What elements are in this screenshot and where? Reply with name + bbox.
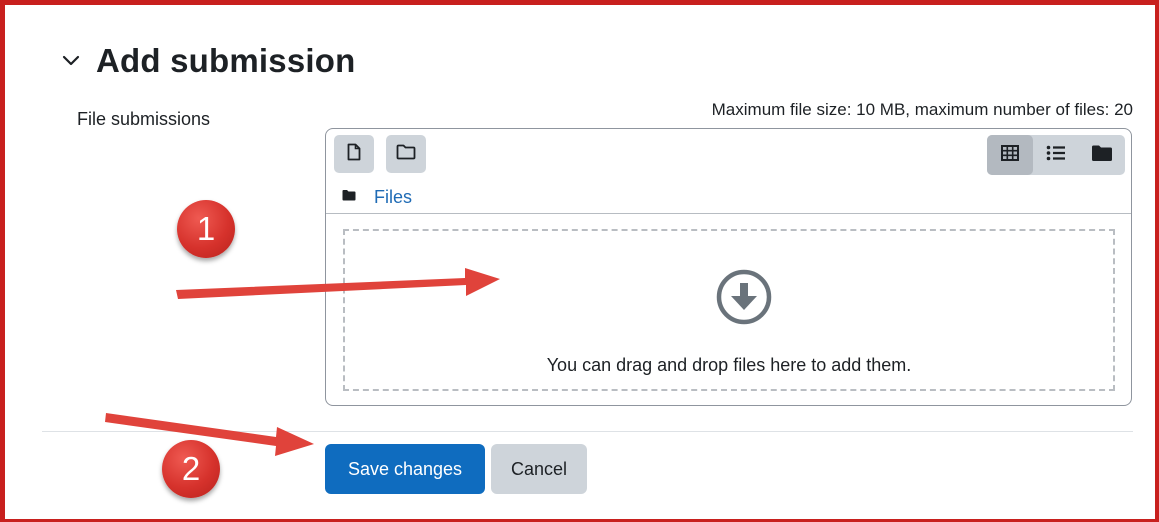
step-marker-2: 2 — [162, 440, 220, 498]
arrow-1 — [176, 268, 500, 299]
step-marker-1: 1 — [177, 200, 235, 258]
annotation-arrows — [105, 268, 500, 456]
